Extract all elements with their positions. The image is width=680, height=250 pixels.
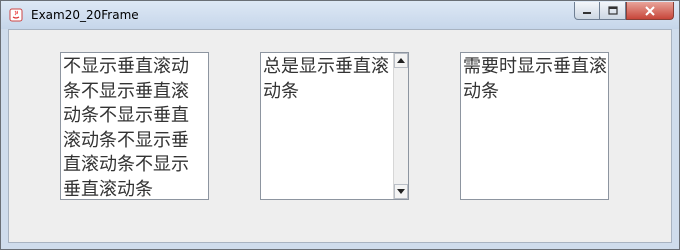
frame-content: 不显示垂直滚动条不显示垂直滚动条不显示垂直滚动条不显示垂直滚动条不显示垂直滚动条… [8, 29, 672, 243]
scroll-down-button[interactable] [394, 184, 408, 199]
arrow-down-icon [397, 189, 405, 194]
vertical-scrollbar[interactable] [393, 53, 408, 199]
maximize-button[interactable] [600, 2, 626, 20]
textarea-no-scrollbar[interactable]: 不显示垂直滚动条不显示垂直滚动条不显示垂直滚动条不显示垂直滚动条不显示垂直滚动条 [60, 52, 209, 200]
textarea-as-needed-scrollbar[interactable]: 需要时显示垂直滚动条 [460, 52, 609, 200]
textarea-as-needed-scrollbar-text: 需要时显示垂直滚动条 [463, 56, 607, 102]
minimize-button[interactable] [574, 2, 600, 20]
close-button[interactable] [626, 2, 674, 20]
textarea-always-scrollbar-text: 总是显示垂直滚动条 [263, 56, 389, 102]
maximize-icon [607, 6, 618, 15]
scroll-track[interactable] [394, 68, 408, 184]
textarea-always-scrollbar[interactable]: 总是显示垂直滚动条 [260, 52, 409, 200]
close-icon [645, 5, 655, 16]
minimize-icon [583, 11, 591, 14]
arrow-up-icon [397, 58, 405, 63]
app-window: Exam20_20Frame 不显示垂直滚动条不显示垂直滚动条不显示垂直滚动条不… [0, 0, 680, 250]
title-bar[interactable]: Exam20_20Frame [1, 1, 679, 29]
java-icon [9, 8, 23, 22]
scroll-up-button[interactable] [394, 53, 408, 68]
window-title: Exam20_20Frame [31, 8, 139, 22]
textarea-no-scrollbar-text: 不显示垂直滚动条不显示垂直滚动条不显示垂直滚动条不显示垂直滚动条不显示垂直滚动条 [63, 56, 189, 200]
